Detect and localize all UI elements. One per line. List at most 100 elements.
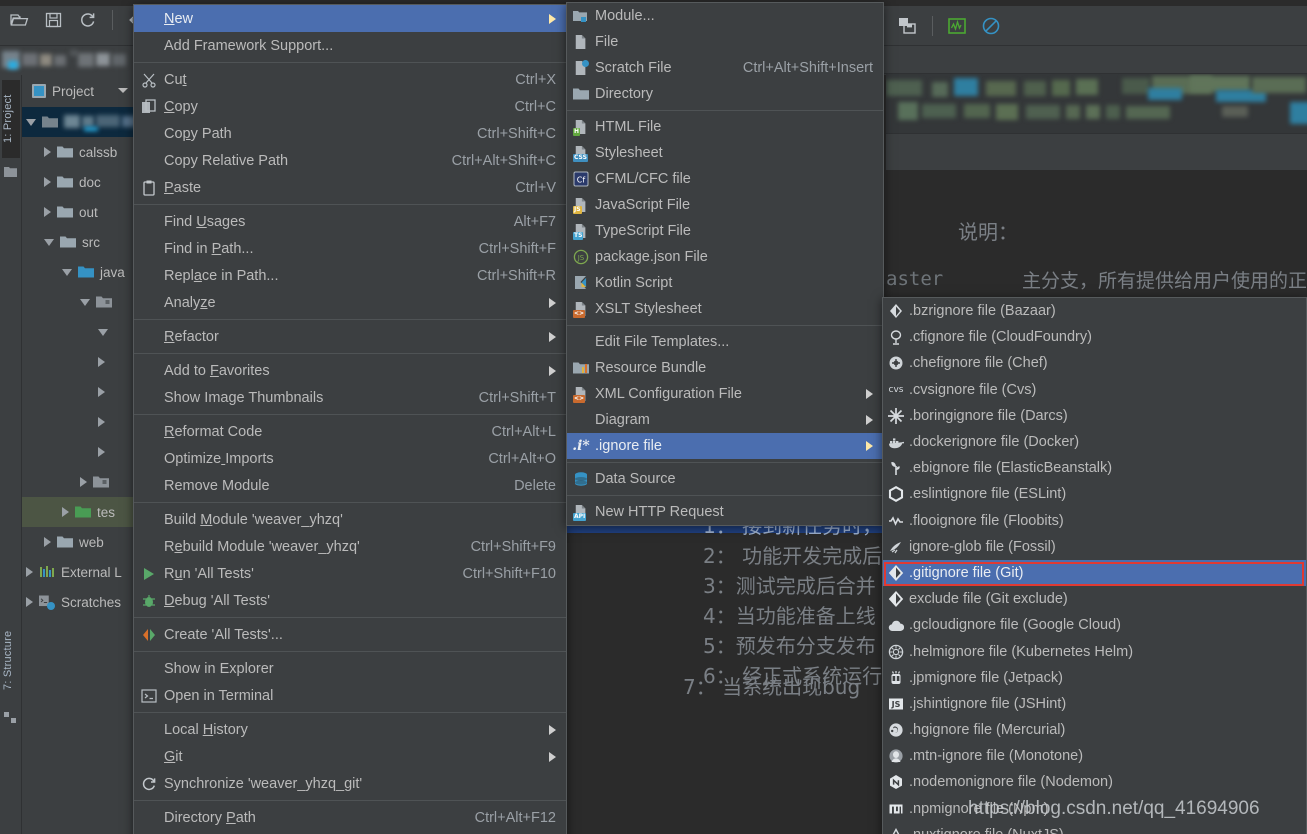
tree-expand-arrow-icon[interactable] <box>98 357 105 367</box>
project-context-menu[interactable]: New Add Framework Support... Cut Ctrl+X Copy… <box>133 4 567 834</box>
tree-expand-arrow-icon[interactable] <box>44 177 51 187</box>
tree-collapse-arrow-icon[interactable] <box>62 268 72 276</box>
tree-row[interactable]: External L <box>22 557 134 587</box>
menu-item-add-to-favorites[interactable]: Add to Favorites <box>134 357 566 384</box>
menu-item-cfml-cfc-file[interactable]: Cf CFML/CFC file <box>567 166 883 192</box>
menu-item-chefignore-file-chef[interactable]: .chefignore file (Chef) <box>883 350 1306 376</box>
save-all-icon[interactable] <box>898 16 918 36</box>
tree-row[interactable] <box>22 437 134 467</box>
menu-item-xml-configuration-file[interactable]: <> XML Configuration File <box>567 381 883 407</box>
menu-item-resource-bundle[interactable]: Resource Bundle <box>567 355 883 381</box>
menu-item-data-source[interactable]: Data Source <box>567 466 883 492</box>
tree-expand-arrow-icon[interactable] <box>98 387 105 397</box>
tree-collapse-arrow-icon[interactable] <box>44 238 54 246</box>
project-tree[interactable]: calssb doc out src java tes web External L Scrat… <box>22 107 138 617</box>
menu-item-kotlin-script[interactable]: Kotlin Script <box>567 270 883 296</box>
menu-item-run-all-tests[interactable]: Run 'All Tests' Ctrl+Shift+F10 <box>134 560 566 587</box>
menu-item-scratch-file[interactable]: Scratch File Ctrl+Alt+Shift+Insert <box>567 55 883 81</box>
menu-item-add-framework-support[interactable]: Add Framework Support... <box>134 32 566 59</box>
tree-row[interactable] <box>22 467 134 497</box>
menu-item-copy[interactable]: Copy Ctrl+C <box>134 93 566 120</box>
menu-item-find-in-path[interactable]: Find in Path... Ctrl+Shift+F <box>134 235 566 262</box>
tree-row[interactable] <box>22 107 138 137</box>
sidebar-stripe-tab-project[interactable]: 1: Project <box>2 80 20 158</box>
menu-item-diagram[interactable]: Diagram <box>567 407 883 433</box>
menu-item-new[interactable]: New <box>134 5 566 32</box>
menu-item-local-history[interactable]: Local History <box>134 716 566 743</box>
menu-item-optimize-imports[interactable]: Optimize Imports Ctrl+Alt+O <box>134 445 566 472</box>
menu-item-gcloudignore-file-google-cloud[interactable]: .gcloudignore file (Google Cloud) <box>883 612 1306 638</box>
menu-item-ignore-glob-file-fossil[interactable]: ignore-glob file (Fossil) <box>883 534 1306 560</box>
menu-item-dockerignore-file-docker[interactable]: .dockerignore file (Docker) <box>883 429 1306 455</box>
tree-row[interactable]: doc <box>22 167 134 197</box>
menu-item-exclude-file-git-exclude[interactable]: exclude file (Git exclude) <box>883 586 1306 612</box>
menu-item-synchronize-weaver-yhzq-git[interactable]: Synchronize 'weaver_yhzq_git' <box>134 770 566 797</box>
project-panel-header[interactable]: Project <box>22 77 134 105</box>
menu-item-cfignore-file-cloudfoundry[interactable]: .cfignore file (CloudFoundry) <box>883 324 1306 350</box>
menu-item-build-module-weaver-yhzq[interactable]: Build Module 'weaver_yhzq' <box>134 506 566 533</box>
sidebar-stripe-tab-structure[interactable]: 7: Structure <box>2 615 20 705</box>
menu-item-html-file[interactable]: H HTML File <box>567 114 883 140</box>
tree-collapse-arrow-icon[interactable] <box>26 118 36 126</box>
tree-row[interactable] <box>22 377 134 407</box>
tree-row[interactable]: src <box>22 227 134 257</box>
ignore-file-submenu[interactable]: .bzrignore file (Bazaar) .cfignore file (… <box>882 297 1307 834</box>
menu-item-stylesheet[interactable]: CSS Stylesheet <box>567 140 883 166</box>
menu-item-package-json-file[interactable]: JS package.json File <box>567 244 883 270</box>
tree-expand-arrow-icon[interactable] <box>98 447 105 457</box>
tree-row[interactable]: java <box>22 257 134 287</box>
monitor-icon[interactable] <box>947 16 967 36</box>
menu-item-module[interactable]: Module... <box>567 3 883 29</box>
tree-row[interactable] <box>22 317 134 347</box>
menu-item-javascript-file[interactable]: JS JavaScript File <box>567 192 883 218</box>
menu-item-copy-relative-path[interactable]: Copy Relative Path Ctrl+Alt+Shift+C <box>134 147 566 174</box>
open-folder-icon[interactable] <box>10 10 30 30</box>
tree-expand-arrow-icon[interactable] <box>26 597 33 607</box>
menu-item-directory-path[interactable]: Directory Path Ctrl+Alt+F12 <box>134 804 566 831</box>
tree-row[interactable]: web <box>22 527 134 557</box>
tree-collapse-arrow-icon[interactable] <box>80 298 90 306</box>
menu-item-edit-file-templates[interactable]: Edit File Templates... <box>567 329 883 355</box>
chevron-down-icon[interactable] <box>118 88 128 93</box>
menu-item-ignore-file[interactable]: .i* .ignore file <box>567 433 883 459</box>
menu-item-flooignore-file-floobits[interactable]: .flooignore file (Floobits) <box>883 508 1306 534</box>
menu-item-open-in-terminal[interactable]: Open in Terminal <box>134 682 566 709</box>
menu-item-cut[interactable]: Cut Ctrl+X <box>134 66 566 93</box>
menu-item-helmignore-file-kubernetes-helm[interactable]: .helmignore file (Kubernetes Helm) <box>883 638 1306 664</box>
menu-item-reformat-code[interactable]: Reformat Code Ctrl+Alt+L <box>134 418 566 445</box>
tree-expand-arrow-icon[interactable] <box>62 507 69 517</box>
menu-item-cvsignore-file-cvs[interactable]: cvs .cvsignore file (Cvs) <box>883 377 1306 403</box>
tree-row[interactable]: tes <box>22 497 134 527</box>
tree-expand-arrow-icon[interactable] <box>44 147 51 157</box>
tree-row[interactable] <box>22 287 134 317</box>
menu-item-find-usages[interactable]: Find Usages Alt+F7 <box>134 208 566 235</box>
tree-row[interactable] <box>22 347 134 377</box>
menu-item-refactor[interactable]: Refactor <box>134 323 566 350</box>
menu-item-gitignore-file-git[interactable]: .gitignore file (Git) <box>883 559 1306 587</box>
tree-expand-arrow-icon[interactable] <box>26 567 33 577</box>
tree-row[interactable]: Scratches <box>22 587 134 617</box>
menu-item-mtn-ignore-file-monotone[interactable]: .mtn-ignore file (Monotone) <box>883 743 1306 769</box>
tree-row[interactable]: calssb <box>22 137 134 167</box>
menu-item-jpmignore-file-jetpack[interactable]: .jpmignore file (Jetpack) <box>883 665 1306 691</box>
menu-item-nodemonignore-file-nodemon[interactable]: .nodemonignore file (Nodemon) <box>883 769 1306 795</box>
menu-item-remove-module[interactable]: Remove Module Delete <box>134 472 566 499</box>
menu-item-directory[interactable]: Directory <box>567 81 883 107</box>
tree-row[interactable]: out <box>22 197 134 227</box>
menu-item-jshintignore-file-jshint[interactable]: JS .jshintignore file (JSHint) <box>883 691 1306 717</box>
new-submenu[interactable]: Module... File Scratch File Ctrl+Alt+Shift+… <box>566 2 884 526</box>
menu-item-hgignore-file-mercurial[interactable]: .hgignore file (Mercurial) <box>883 717 1306 743</box>
menu-item-show-image-thumbnails[interactable]: Show Image Thumbnails Ctrl+Shift+T <box>134 384 566 411</box>
menu-item-typescript-file[interactable]: TS TypeScript File <box>567 218 883 244</box>
tree-expand-arrow-icon[interactable] <box>44 537 51 547</box>
sync-icon[interactable] <box>78 10 98 30</box>
menu-item-create-all-tests[interactable]: Create 'All Tests'... <box>134 621 566 648</box>
menu-item-new-http-request[interactable]: API New HTTP Request <box>567 499 883 525</box>
menu-item-show-in-explorer[interactable]: Show in Explorer <box>134 655 566 682</box>
tree-expand-arrow-icon[interactable] <box>80 477 87 487</box>
menu-item-eslintignore-file-eslint[interactable]: .eslintignore file (ESLint) <box>883 481 1306 507</box>
menu-item-copy-path[interactable]: Copy Path Ctrl+Shift+C <box>134 120 566 147</box>
menu-item-xslt-stylesheet[interactable]: <> XSLT Stylesheet <box>567 296 883 322</box>
menu-item-bzrignore-file-bazaar[interactable]: .bzrignore file (Bazaar) <box>883 298 1306 324</box>
menu-item-git[interactable]: Git <box>134 743 566 770</box>
